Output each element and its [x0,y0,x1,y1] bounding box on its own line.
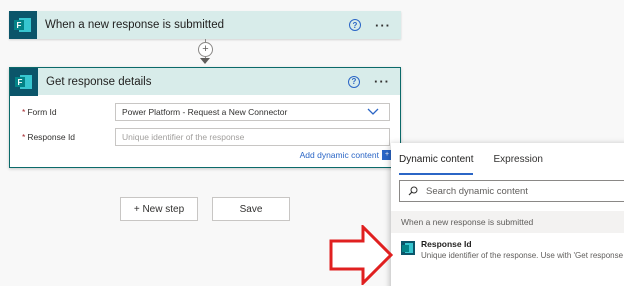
action-card[interactable]: F Get response details ? ··· * Form Id Po… [9,67,401,168]
help-icon[interactable]: ? [349,19,361,31]
svg-text:F: F [18,78,23,87]
dynamic-section-header: When a new response is submitted [391,211,624,233]
forms-icon: F [9,11,37,39]
tab-dynamic-content[interactable]: Dynamic content [399,143,474,177]
tab-expression[interactable]: Expression [493,143,542,177]
dynamic-item-description: Unique identifier of the response. Use w… [421,251,624,260]
trigger-card-header[interactable]: F When a new response is submitted ? ··· [9,11,401,39]
add-dynamic-content-link[interactable]: Add dynamic content [300,150,379,160]
save-button[interactable]: Save [212,197,290,221]
dynamic-content-panel: Dynamic content Expression Search dynami… [391,143,624,286]
response-id-input[interactable]: Unique identifier of the response [115,128,390,146]
action-card-header[interactable]: F Get response details ? ··· [10,67,400,96]
form-id-label: * Form Id [22,107,57,117]
dynamic-item-title: Response Id [421,239,472,249]
more-options-icon[interactable]: ··· [375,18,395,33]
dynamic-panel-tabs: Dynamic content Expression [391,143,624,177]
trigger-card[interactable]: F When a new response is submitted ? ··· [9,11,401,39]
trigger-title: When a new response is submitted [45,19,224,31]
forms-icon: F [10,67,38,96]
response-id-row: * Response Id Unique identifier of the re… [20,126,390,148]
insert-step-button[interactable]: + [198,42,213,57]
form-id-row: * Form Id Power Platform - Request a New … [20,101,390,123]
action-title: Get response details [46,75,152,88]
more-options-icon[interactable]: ··· [374,74,394,89]
required-marker: * [22,107,26,117]
dynamic-item-response-id[interactable]: Response Id Unique identifier of the res… [391,233,624,260]
form-id-dropdown[interactable]: Power Platform - Request a New Connector [115,103,390,121]
search-icon [408,186,418,196]
arrow-down-icon [200,58,210,64]
red-arrow-icon [329,225,394,285]
form-id-value: Power Platform - Request a New Connector [122,107,288,117]
new-step-button[interactable]: + New step [120,197,198,221]
svg-text:F: F [17,21,22,30]
chevron-down-icon[interactable] [367,105,379,117]
help-icon[interactable]: ? [348,75,360,88]
required-marker: * [22,132,26,142]
action-card-body: * Form Id Power Platform - Request a New … [10,95,400,167]
response-id-label: * Response Id [22,132,76,142]
forms-icon [401,241,415,255]
dynamic-search-input[interactable]: Search dynamic content [399,180,624,202]
search-placeholder: Search dynamic content [426,185,528,197]
